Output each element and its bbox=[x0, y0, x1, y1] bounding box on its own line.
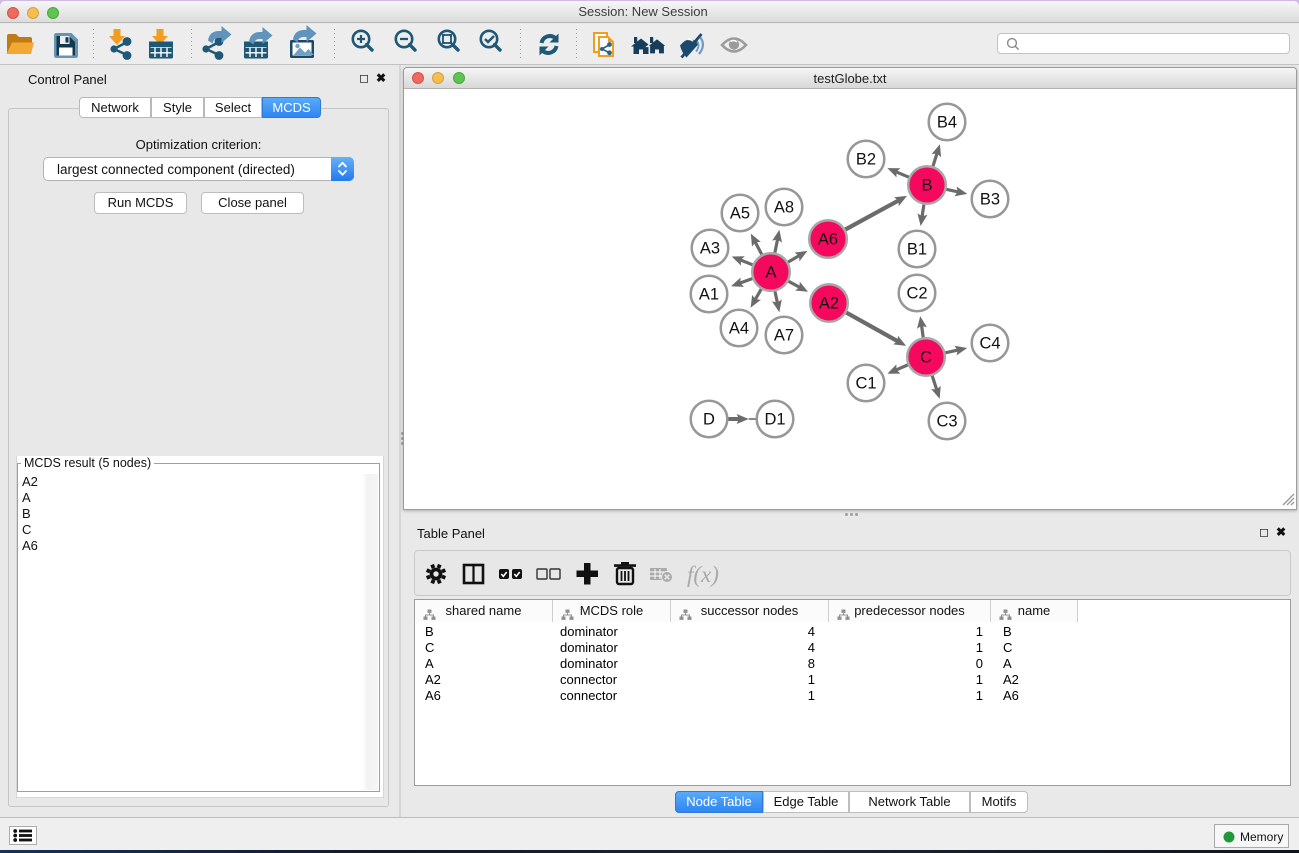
svg-text:f(x): f(x) bbox=[687, 562, 719, 587]
svg-text:C: C bbox=[920, 349, 932, 367]
svg-text:B3: B3 bbox=[980, 191, 1000, 209]
svg-text:B4: B4 bbox=[937, 114, 957, 132]
svg-text:A8: A8 bbox=[774, 199, 794, 217]
svg-text:C1: C1 bbox=[855, 375, 876, 393]
svg-text:C2: C2 bbox=[906, 285, 927, 303]
svg-text:C4: C4 bbox=[979, 335, 1000, 353]
svg-text:A6: A6 bbox=[818, 231, 838, 249]
svg-text:C3: C3 bbox=[936, 413, 957, 431]
svg-text:A4: A4 bbox=[729, 320, 749, 338]
svg-text:D: D bbox=[703, 411, 715, 429]
svg-text:A2: A2 bbox=[819, 295, 839, 313]
svg-text:A1: A1 bbox=[699, 286, 719, 304]
svg-text:A3: A3 bbox=[700, 240, 720, 258]
svg-text:A7: A7 bbox=[774, 327, 794, 345]
svg-text:D1: D1 bbox=[764, 411, 785, 429]
svg-text:B1: B1 bbox=[907, 241, 927, 259]
svg-text:B: B bbox=[921, 177, 932, 195]
svg-text:B2: B2 bbox=[856, 151, 876, 169]
svg-text:A5: A5 bbox=[730, 205, 750, 223]
svg-text:A: A bbox=[765, 264, 776, 282]
